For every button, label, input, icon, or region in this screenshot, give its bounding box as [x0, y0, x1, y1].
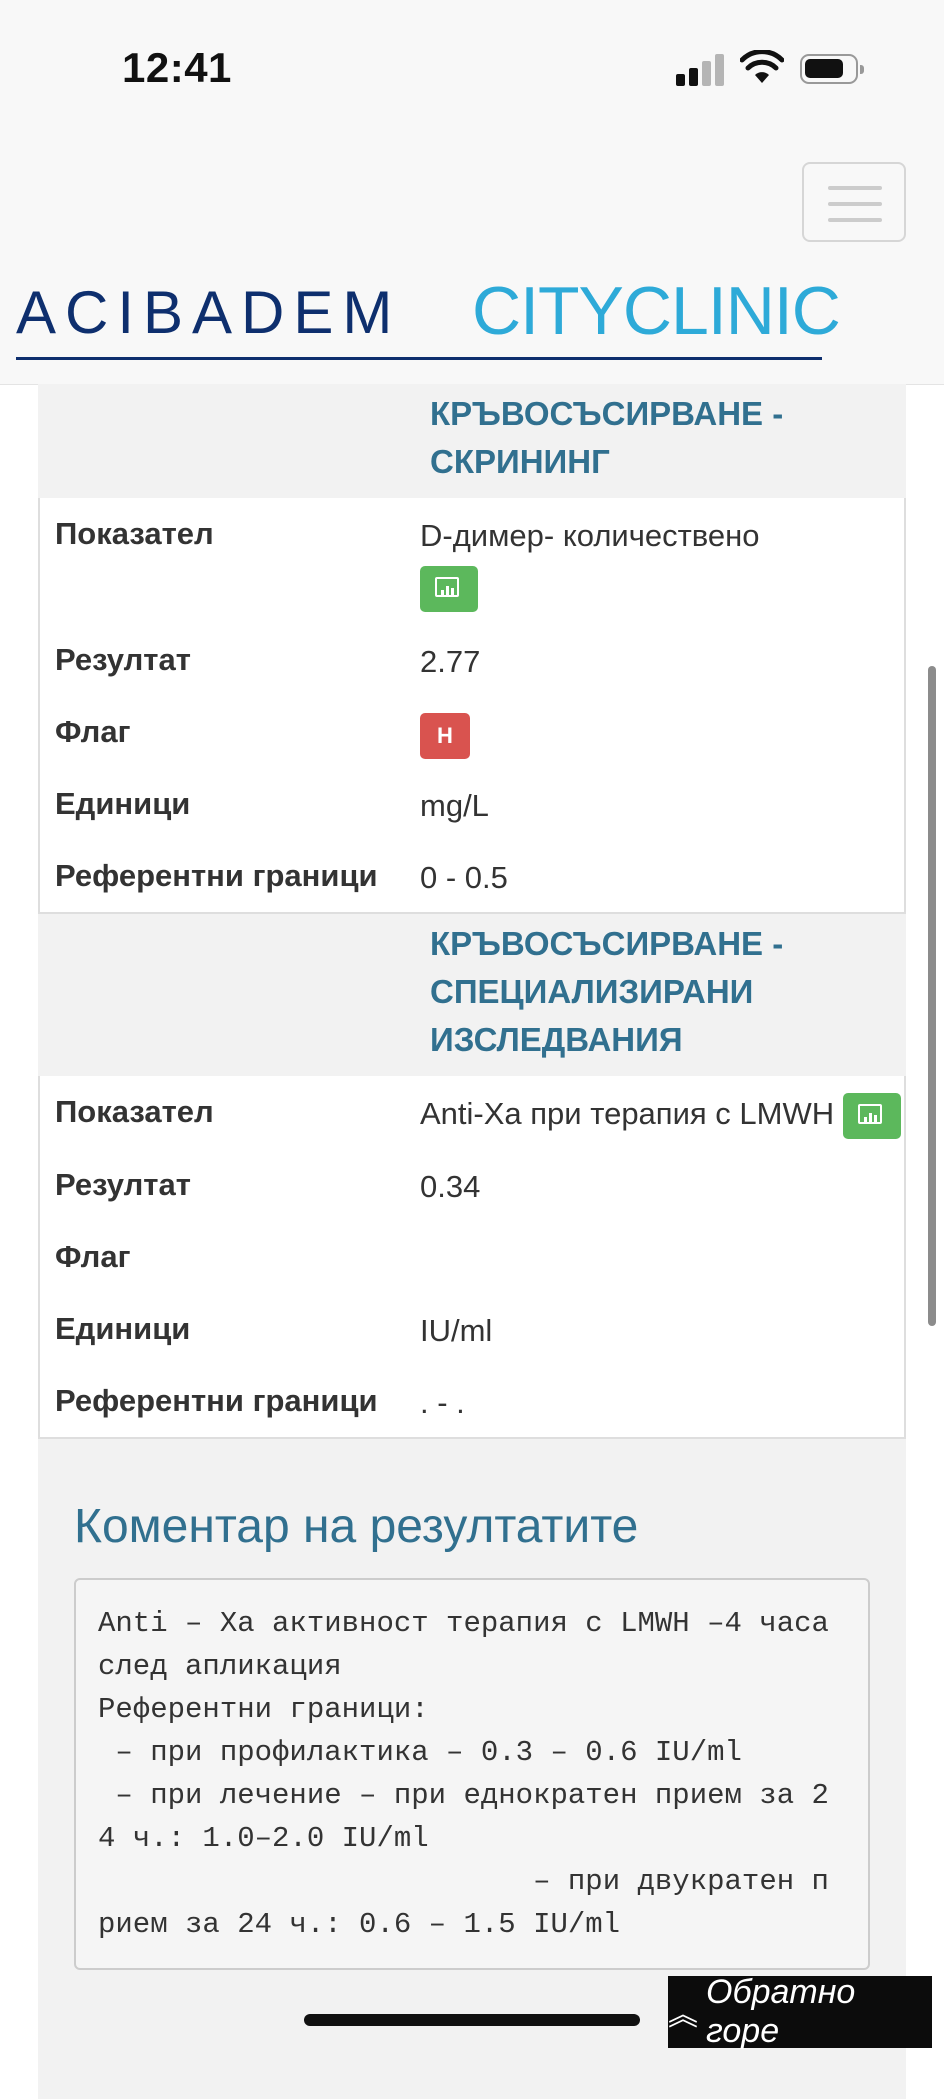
reference-value: . - .	[420, 1384, 465, 1420]
row-label: Единици	[55, 1310, 191, 1346]
section-title: КРЪВОСЪСИРВАНЕ - СКРИНИНГ	[430, 395, 784, 480]
reference-value: 0 - 0.5	[420, 860, 508, 895]
table-row: Референтни граници . - .	[40, 1365, 904, 1437]
row-label: Показател	[55, 1094, 214, 1129]
row-label: Единици	[55, 786, 191, 821]
table-row: Показател Anti-Xa при терапия с LMWH	[40, 1076, 904, 1149]
units-value: mg/L	[420, 788, 489, 823]
comment-text: Anti – Xa активност терапия с LMWH –4 ча…	[74, 1577, 870, 1970]
table-row: Показател D-димер- количествено	[40, 498, 904, 624]
back-to-top-label: Обратно горе	[706, 1973, 856, 2050]
back-to-top-button[interactable]: ︽ Обратно горе	[668, 1973, 932, 2050]
chart-button[interactable]	[842, 1092, 901, 1139]
signal-icon	[676, 54, 726, 86]
row-label: Флаг	[55, 714, 131, 749]
logo-underline	[16, 357, 822, 360]
units-value: IU/ml	[420, 1312, 493, 1348]
hamburger-icon	[828, 186, 882, 190]
page-scrollbar[interactable]	[928, 666, 936, 1326]
result-value: 0.34	[420, 1168, 481, 1204]
flag-high-badge: H	[420, 712, 470, 759]
table-row: Референтни граници 0 - 0.5	[40, 840, 904, 912]
status-bar: 12:41	[0, 0, 944, 140]
row-label: Флаг	[55, 1238, 131, 1274]
row-label: Показател	[55, 516, 214, 551]
row-label: Референтни граници	[55, 858, 378, 893]
row-label: Референтни граници	[55, 1382, 378, 1418]
menu-toggle-button[interactable]	[802, 162, 906, 242]
site-header: ACIBADEM CITYCLINIC	[0, 140, 944, 385]
table-row: Резултат 2.77	[40, 624, 904, 696]
indicator-name: D-димер- количествено	[420, 518, 760, 553]
indicator-name: Anti-Xa при терапия с LMWH	[420, 1096, 835, 1131]
status-time: 12:41	[122, 44, 232, 91]
row-value: D-димер- количествено	[420, 498, 904, 624]
section-title: КРЪВОСЪСИРВАНЕ - СПЕЦИАЛИЗИРАНИ ИЗСЛЕДВА…	[430, 925, 784, 1058]
logo-acibadem: ACIBADEM	[16, 279, 402, 346]
battery-icon	[800, 54, 864, 84]
table-row: Единици mg/L	[40, 768, 904, 840]
double-chevron-up-icon: ︽	[668, 1999, 698, 2032]
flag-value	[420, 1221, 904, 1293]
wifi-icon	[740, 50, 784, 83]
logo[interactable]: ACIBADEM CITYCLINIC	[16, 273, 841, 362]
comment-title: Коментар на резултатите	[74, 1499, 639, 1553]
section-screening: КРЪВОСЪСИРВАНЕ - СКРИНИНГ Показател D-ди…	[38, 384, 906, 914]
result-value: 2.77	[420, 644, 481, 679]
result-table: Показател Anti-Xa при терапия с LMWH Рез…	[38, 1076, 906, 1439]
table-row: Флаг	[40, 1221, 904, 1293]
row-label: Резултат	[55, 1166, 191, 1202]
table-row: Единици IU/ml	[40, 1293, 904, 1365]
section-specialized: КРЪВОСЪСИРВАНЕ - СПЕЦИАЛИЗИРАНИ ИЗСЛЕДВА…	[38, 914, 906, 1439]
result-table: Показател D-димер- количествено Резултат…	[38, 498, 906, 914]
table-row: Резултат 0.34	[40, 1149, 904, 1221]
row-label: Резултат	[55, 642, 191, 677]
logo-cityclinic: CITYCLINIC	[472, 273, 841, 349]
table-row: Флаг H	[40, 696, 904, 768]
row-value: Anti-Xa при терапия с LMWH	[420, 1076, 904, 1149]
chart-button[interactable]	[420, 566, 478, 612]
results-content: КРЪВОСЪСИРВАНЕ - СКРИНИНГ Показател D-ди…	[38, 384, 906, 2099]
home-indicator[interactable]	[304, 2014, 640, 2026]
